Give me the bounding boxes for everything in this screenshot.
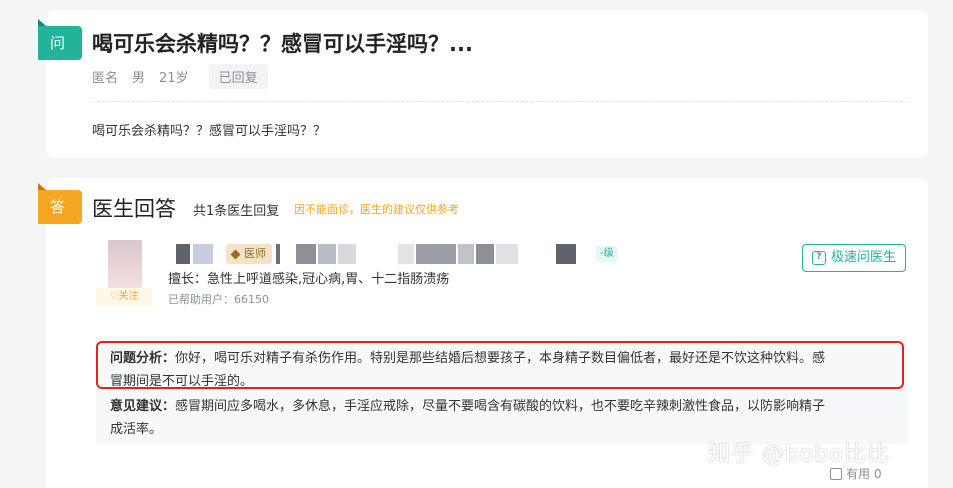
- hospital-blur: [296, 244, 316, 264]
- question-title[interactable]: 喝可乐会杀精吗？？感冒可以手淫吗？...: [92, 28, 473, 58]
- question-meta: 匿名 男 21岁 已回复: [92, 64, 268, 89]
- hospital-blur: [416, 244, 456, 264]
- useful-count: 0: [874, 466, 882, 481]
- question-body: 喝可乐会杀精吗？？感冒可以手淫吗？？: [92, 124, 327, 139]
- question-age: 21岁: [159, 71, 189, 86]
- answer-tag: 答: [38, 183, 82, 224]
- advice-text-1: 感冒期间应多喝水，多休息，手淫应戒除，尽量不要喝含有碳酸的饮料，也不要吃辛辣刺激…: [175, 399, 826, 414]
- doctor-name-blur: [193, 244, 213, 264]
- helped-count: 已帮助用户：66150: [168, 293, 269, 306]
- answer-section-title: 医生回答: [92, 197, 176, 221]
- hospital-blur: [476, 244, 494, 264]
- question-gender: 男: [132, 71, 146, 86]
- hospital-blur: [556, 244, 576, 264]
- doctor-title-badge: 医师: [226, 244, 272, 264]
- useful-label: 有用: [846, 467, 871, 481]
- doctor-level: -级: [596, 246, 618, 262]
- doctor-title-label: 医师: [244, 247, 266, 260]
- status-badge: 已回复: [208, 64, 268, 89]
- doctor-name-blur: [176, 244, 190, 264]
- answer-count: 共1条医生回复: [193, 204, 280, 219]
- highlight-annotation: [96, 341, 904, 389]
- watermark: 知乎 @bobo比比: [708, 442, 890, 467]
- divider: [92, 101, 908, 102]
- hospital-blur: [496, 244, 518, 264]
- thumbs-up-icon: [830, 467, 842, 480]
- quick-ask-doctor-button[interactable]: ? 极速问医生: [802, 244, 906, 272]
- avatar[interactable]: [108, 240, 142, 288]
- diamond-icon: [230, 249, 241, 259]
- question-tag: 问: [38, 19, 82, 60]
- useful-button[interactable]: 有用 0: [830, 465, 882, 482]
- question-author: 匿名: [92, 71, 119, 86]
- doctor-specialty: 擅长：急性上呼道感染,冠心病,胃、十二指肠溃疡: [168, 272, 450, 287]
- quick-ask-label: 极速问医生: [831, 250, 897, 265]
- hospital-blur: [276, 244, 280, 264]
- hospital-blur: [458, 244, 474, 264]
- follow-label: 关注: [118, 291, 139, 302]
- hospital-blur: [318, 244, 336, 264]
- hospital-blur: [338, 244, 356, 264]
- advice-line-2: 成活率。: [110, 422, 163, 437]
- advice-label: 意见建议：: [110, 399, 176, 414]
- disclaimer-note: 因不能面诊，医生的建议仅供参考: [294, 203, 459, 216]
- advice-line-1: 意见建议：感冒期间应多喝水，多休息，手淫应戒除，尽量不要喝含有碳酸的饮料，也不要…: [110, 395, 825, 414]
- hospital-blur: [398, 244, 414, 264]
- follow-button[interactable]: ♡关注: [96, 288, 152, 306]
- question-icon: ?: [812, 251, 826, 265]
